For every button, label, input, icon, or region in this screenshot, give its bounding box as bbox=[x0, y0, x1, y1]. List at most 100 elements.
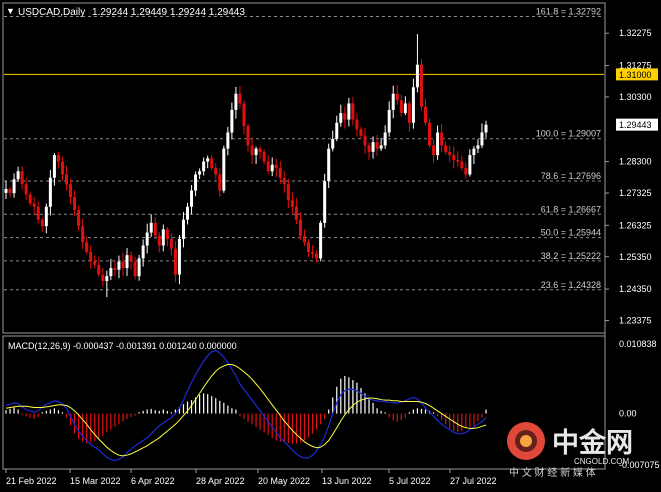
candle-body-54 bbox=[222, 148, 226, 191]
candle-body-15 bbox=[65, 174, 69, 185]
candle-body-21 bbox=[89, 251, 93, 262]
price-tick-label-0: 1.32275 bbox=[619, 28, 652, 38]
time-label-3: 28 Apr 2022 bbox=[196, 476, 245, 486]
candle-body-59 bbox=[242, 103, 246, 127]
candle-body-52 bbox=[214, 168, 218, 175]
candle-body-23 bbox=[97, 264, 101, 275]
candle-body-67 bbox=[274, 164, 278, 168]
candle-body-50 bbox=[206, 158, 210, 162]
candle-body-91 bbox=[371, 142, 375, 152]
candle-body-62 bbox=[254, 148, 258, 156]
candle-body-115 bbox=[468, 155, 472, 175]
candle-body-20 bbox=[85, 242, 89, 252]
candle-body-119 bbox=[484, 124, 488, 133]
ohlc-readout: 1.29244 1.29449 1.29244 1.29443 bbox=[92, 7, 245, 18]
current-price-text: 1.29443 bbox=[619, 120, 652, 130]
candle-body-60 bbox=[246, 126, 250, 146]
candle-body-44 bbox=[181, 219, 185, 240]
candle-body-107 bbox=[436, 132, 440, 156]
candle-body-109 bbox=[444, 145, 448, 152]
candle-body-26 bbox=[109, 268, 113, 277]
candle-body-51 bbox=[210, 158, 214, 168]
watermark-tagline: 中 文 财 经 新 媒 体 bbox=[509, 466, 596, 479]
candle-body-101 bbox=[411, 87, 415, 123]
candle-body-104 bbox=[423, 106, 427, 123]
candle-body-46 bbox=[190, 190, 194, 207]
candle-body-40 bbox=[165, 229, 169, 240]
candle-body-112 bbox=[456, 159, 460, 162]
collapse-triangle-icon[interactable]: ▼ bbox=[6, 6, 15, 16]
candle-body-48 bbox=[198, 171, 202, 175]
time-label-6: 5 Jul 2022 bbox=[389, 476, 431, 486]
fib-label-5: 38.2 = 1.25222 bbox=[541, 251, 601, 261]
macd-tick-label-0: 0.010838 bbox=[619, 339, 657, 349]
candle-body-102 bbox=[415, 64, 419, 88]
fib-label-0: 161.8 = 1.32792 bbox=[536, 7, 601, 17]
candle-body-19 bbox=[81, 226, 85, 243]
candle-body-9 bbox=[40, 219, 44, 227]
candle-body-74 bbox=[302, 235, 306, 243]
candle-body-95 bbox=[387, 109, 391, 133]
fib-label-4: 50.0 = 1.25944 bbox=[541, 228, 601, 238]
candle-body-103 bbox=[419, 64, 423, 107]
candle-body-29 bbox=[121, 261, 125, 269]
candle-body-65 bbox=[266, 161, 270, 172]
candle-body-56 bbox=[230, 109, 234, 133]
candle-body-97 bbox=[395, 93, 399, 101]
candle-body-5 bbox=[24, 184, 28, 195]
candle-body-31 bbox=[129, 255, 133, 262]
candle-body-86 bbox=[351, 103, 355, 120]
candle-body-77 bbox=[315, 253, 319, 259]
candle-body-22 bbox=[93, 261, 97, 265]
candle-body-0 bbox=[4, 188, 8, 193]
candle-body-113 bbox=[460, 161, 464, 168]
candle-body-84 bbox=[343, 113, 347, 120]
candle-body-81 bbox=[331, 138, 335, 149]
candle-body-70 bbox=[286, 184, 290, 201]
candle-body-11 bbox=[48, 177, 52, 207]
price-tick-label-3: 1.28300 bbox=[619, 157, 652, 167]
candle-body-111 bbox=[452, 155, 456, 160]
candle-body-32 bbox=[133, 261, 137, 277]
candle-body-1 bbox=[8, 188, 12, 194]
candle-body-85 bbox=[347, 103, 351, 120]
candle-body-30 bbox=[125, 255, 129, 269]
fib-label-2: 78.6 = 1.27696 bbox=[541, 171, 601, 181]
candle-body-116 bbox=[472, 148, 476, 156]
time-label-2: 6 Apr 2022 bbox=[131, 476, 175, 486]
candle-body-72 bbox=[294, 206, 298, 220]
candle-body-110 bbox=[448, 151, 452, 156]
candle-body-105 bbox=[428, 122, 432, 146]
watermark-url: CNGOLD.COM bbox=[574, 457, 629, 466]
candle-body-18 bbox=[77, 209, 81, 227]
candle-body-47 bbox=[194, 174, 198, 191]
candle-body-88 bbox=[359, 129, 363, 136]
candle-body-118 bbox=[480, 132, 484, 146]
candle-body-82 bbox=[335, 122, 339, 139]
candle-body-39 bbox=[161, 229, 165, 246]
candle-body-117 bbox=[476, 145, 480, 149]
candle-body-16 bbox=[69, 184, 73, 198]
candle-body-45 bbox=[186, 206, 190, 220]
candle-body-53 bbox=[218, 174, 222, 191]
candle-body-38 bbox=[157, 235, 161, 246]
candle-body-75 bbox=[307, 242, 311, 252]
candle-body-12 bbox=[52, 155, 56, 178]
price-tick-label-8: 1.23375 bbox=[619, 316, 652, 326]
fib-label-6: 23.6 = 1.24328 bbox=[541, 280, 601, 290]
macd-label: MACD(12,26,9) -0.000437 -0.001391 0.0012… bbox=[8, 341, 237, 351]
candle-body-80 bbox=[327, 148, 331, 181]
candle-body-61 bbox=[250, 145, 254, 156]
mt4-chart-window[interactable]: 161.8 = 1.32792 100.0 = 1.29007 78.6 = 1.2… bbox=[0, 0, 661, 492]
candle-body-6 bbox=[28, 194, 32, 204]
candle-body-106 bbox=[432, 145, 436, 156]
candle-body-25 bbox=[105, 276, 109, 281]
price-tick-label-2: 1.30300 bbox=[619, 92, 652, 102]
candle-body-37 bbox=[153, 222, 157, 236]
candle-body-24 bbox=[101, 274, 105, 281]
candle-body-58 bbox=[238, 93, 242, 104]
candle-body-14 bbox=[60, 161, 64, 175]
candle-body-13 bbox=[56, 155, 60, 162]
time-label-7: 27 Jul 2022 bbox=[450, 476, 497, 486]
candle-body-94 bbox=[383, 132, 387, 146]
